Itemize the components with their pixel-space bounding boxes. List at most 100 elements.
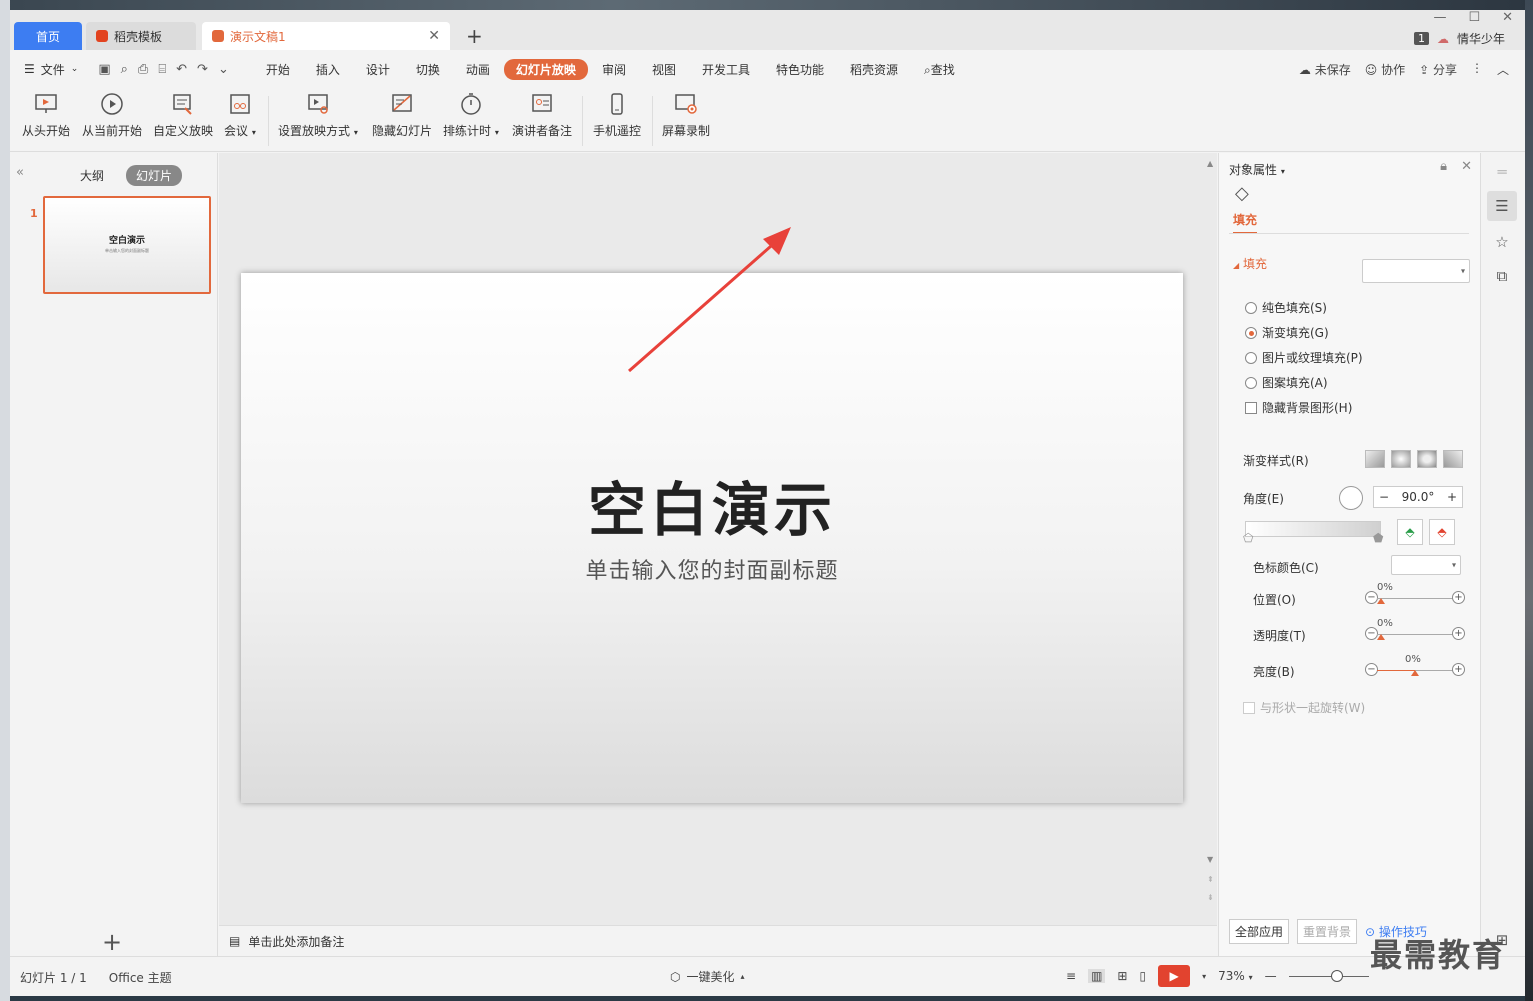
gradient-rect-swatch[interactable]: [1417, 450, 1437, 468]
shapes-copy-icon[interactable]: ⧉: [1487, 261, 1517, 291]
brightness-slider[interactable]: − 0% +: [1365, 654, 1465, 678]
tab-review[interactable]: 审阅: [590, 59, 638, 80]
angle-value[interactable]: 90.0°: [1402, 490, 1435, 504]
collapse-ribbon-icon[interactable]: ︿: [1497, 61, 1509, 78]
tab-animation[interactable]: 动画: [454, 59, 502, 80]
reading-view-icon[interactable]: ▯: [1139, 969, 1146, 983]
properties-settings-icon[interactable]: ☰: [1487, 191, 1517, 221]
new-tab-icon[interactable]: +: [466, 24, 483, 48]
plus-icon[interactable]: +: [1452, 591, 1465, 604]
paint-bucket-icon[interactable]: ◇: [1235, 183, 1249, 204]
plus-icon[interactable]: +: [1452, 627, 1465, 640]
gradient-stop-left-icon[interactable]: ⬠: [1243, 531, 1253, 545]
next-slide-icon[interactable]: ⇟: [1207, 893, 1214, 902]
gradient-stop-bar[interactable]: [1245, 521, 1381, 537]
increment-icon[interactable]: +: [1447, 490, 1457, 504]
slide-subtitle-placeholder[interactable]: 单击输入您的封面副标题: [241, 553, 1183, 585]
lock-icon[interactable]: 🔒︎: [1440, 159, 1447, 174]
zoom-level[interactable]: 73% ▾: [1218, 969, 1253, 983]
share-button[interactable]: ⇪ 分享: [1419, 61, 1457, 78]
add-stop-button[interactable]: ⬘: [1397, 519, 1423, 545]
from-current-button[interactable]: 从当前开始: [82, 92, 142, 139]
add-slide-icon[interactable]: +: [102, 928, 122, 956]
close-window-icon[interactable]: ✕: [1502, 10, 1513, 25]
normal-view-icon[interactable]: ▥: [1088, 969, 1106, 983]
slide-title-placeholder[interactable]: 空白演示: [241, 463, 1183, 547]
tab-start[interactable]: 开始: [254, 59, 302, 80]
fill-pattern-option[interactable]: 图案填充(A): [1245, 374, 1328, 391]
angle-dial[interactable]: [1339, 486, 1363, 510]
user-name[interactable]: 情华少年: [1457, 30, 1505, 47]
search-button[interactable]: ⌕查找: [912, 59, 967, 80]
notes-placeholder[interactable]: 单击此处添加备注: [248, 933, 344, 950]
position-slider[interactable]: − 0% +: [1365, 582, 1465, 606]
fill-picture-option[interactable]: 图片或纹理填充(P): [1245, 349, 1363, 366]
fill-gradient-option[interactable]: 渐变填充(G): [1245, 324, 1329, 341]
radio-picture[interactable]: [1245, 351, 1257, 364]
redo-icon[interactable]: ↷: [197, 62, 208, 77]
animation-star-icon[interactable]: ☆: [1487, 227, 1517, 257]
tab-developer[interactable]: 开发工具: [690, 59, 762, 80]
zoom-slider[interactable]: [1288, 969, 1369, 982]
unsaved-button[interactable]: ☁ 未保存: [1299, 61, 1351, 78]
window-count-badge[interactable]: 1: [1413, 32, 1429, 45]
hide-bg-graphics-option[interactable]: 隐藏背景图形(H): [1245, 399, 1352, 416]
fill-tab[interactable]: 填充: [1233, 211, 1258, 234]
checkbox-hide-bg[interactable]: [1245, 401, 1257, 414]
tab-slideshow[interactable]: 幻灯片放映: [503, 58, 588, 80]
collab-button[interactable]: ☺ 协作: [1365, 61, 1405, 78]
outline-tab[interactable]: 大纲: [70, 165, 114, 186]
fill-color-dropdown[interactable]: ▾: [1362, 259, 1470, 283]
close-panel-icon[interactable]: ✕: [1461, 159, 1472, 174]
tab-home[interactable]: 首页: [14, 22, 82, 50]
customize-icon[interactable]: ⌄: [218, 62, 229, 77]
meeting-button[interactable]: 会议 ▾: [224, 92, 256, 139]
zoom-slider-thumb[interactable]: [1330, 969, 1343, 982]
print-icon[interactable]: ⎙: [138, 62, 148, 77]
slide-thumbnail[interactable]: 空白演示 单击输入您的封面副标题: [43, 196, 211, 294]
slide-sorter-icon[interactable]: ⊞: [1117, 969, 1127, 983]
slider-thumb[interactable]: [1377, 598, 1385, 604]
screen-record-button[interactable]: 屏幕录制: [662, 92, 710, 139]
file-menu[interactable]: ☰ 文件 ⌄: [24, 61, 78, 78]
theme-name[interactable]: Office 主题: [109, 969, 172, 986]
maximize-icon[interactable]: ☐: [1468, 10, 1480, 25]
slider-thumb[interactable]: [1411, 670, 1419, 676]
play-options-icon[interactable]: ▾: [1202, 972, 1206, 981]
panel-title[interactable]: 对象属性 ▾: [1229, 161, 1285, 178]
tab-design[interactable]: 设计: [354, 59, 402, 80]
scroll-up-icon[interactable]: ▲: [1207, 159, 1213, 168]
radio-gradient[interactable]: [1245, 326, 1257, 339]
radio-pattern[interactable]: [1245, 376, 1257, 389]
save-icon[interactable]: ▣: [98, 62, 110, 77]
gradient-radial-swatch[interactable]: [1391, 450, 1411, 468]
custom-show-button[interactable]: 自定义放映: [153, 92, 213, 139]
apply-all-button[interactable]: 全部应用: [1229, 919, 1290, 944]
gradient-linear-swatch[interactable]: [1365, 450, 1385, 468]
minimize-icon[interactable]: —: [1433, 10, 1446, 25]
avatar-icon[interactable]: ☁: [1437, 32, 1449, 46]
stop-color-dropdown[interactable]: ▾: [1391, 555, 1461, 575]
prev-slide-icon[interactable]: ⇞: [1207, 875, 1214, 884]
drag-handle-icon[interactable]: ═: [1487, 157, 1517, 187]
decrement-icon[interactable]: −: [1379, 490, 1389, 504]
collapse-panel-icon[interactable]: «: [16, 165, 24, 180]
setup-show-button[interactable]: 设置放映方式 ▾: [278, 92, 358, 139]
phone-remote-button[interactable]: 手机遥控: [593, 92, 641, 139]
slides-tab[interactable]: 幻灯片: [126, 165, 183, 186]
undo-icon[interactable]: ↶: [176, 62, 187, 77]
tab-transition[interactable]: 切换: [404, 59, 452, 80]
close-tab-icon[interactable]: ✕: [428, 28, 440, 44]
tab-view[interactable]: 视图: [640, 59, 688, 80]
tab-docer-resources[interactable]: 稻壳资源: [838, 59, 910, 80]
tab-template[interactable]: 稻壳模板: [86, 22, 196, 50]
rehearse-timing-button[interactable]: 排练计时 ▾: [443, 92, 499, 139]
slider-thumb[interactable]: [1377, 634, 1385, 640]
tab-document[interactable]: 演示文稿1 ✕: [202, 22, 450, 50]
radio-solid[interactable]: [1245, 301, 1257, 314]
notes-toggle-icon[interactable]: ≡: [1066, 969, 1076, 983]
format-painter-icon[interactable]: ⌕: [121, 62, 128, 77]
angle-spinbox[interactable]: − 90.0° +: [1373, 486, 1463, 508]
from-start-button[interactable]: 从头开始: [22, 92, 70, 139]
transparency-slider[interactable]: − 0% +: [1365, 618, 1465, 642]
